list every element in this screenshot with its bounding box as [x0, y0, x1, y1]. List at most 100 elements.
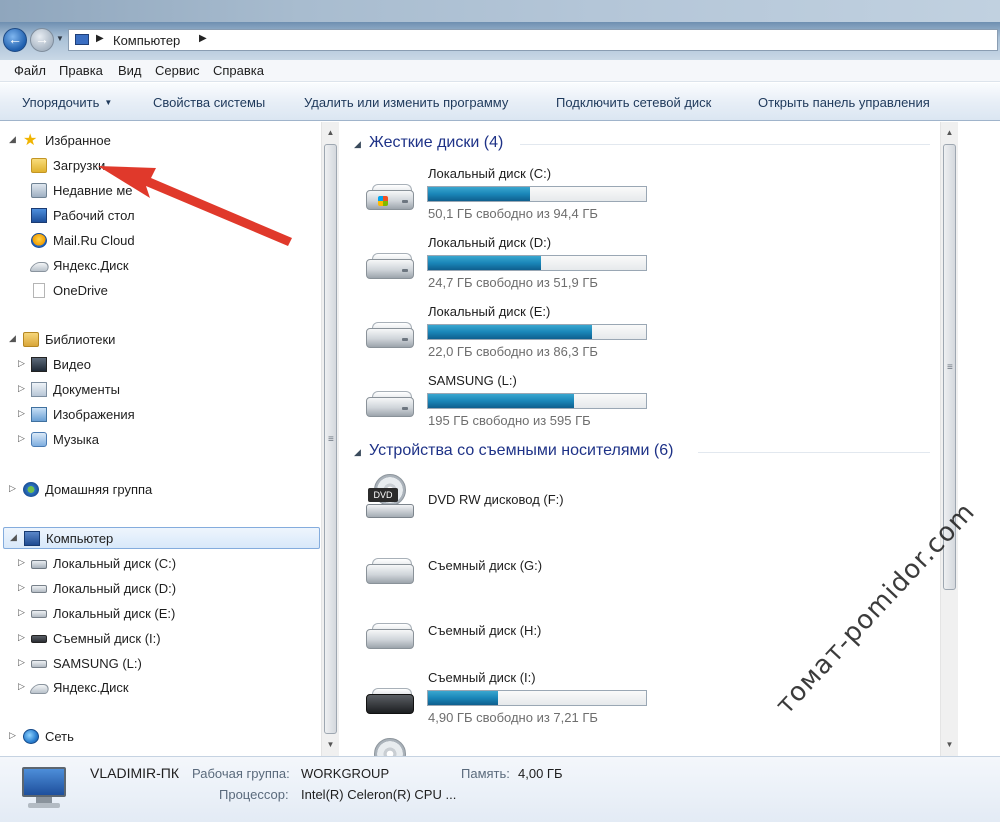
menu-file[interactable]: Файл [14, 63, 46, 78]
scrollbar-thumb[interactable]: ≡ [324, 144, 337, 734]
grip-icon: ≡ [328, 434, 334, 445]
group-header-label: Жесткие диски (4) [369, 134, 504, 151]
nav-video-label: Видео [53, 357, 91, 372]
nav-homegroup[interactable]: ▷ Домашняя группа [0, 479, 321, 501]
hard-drive-icon [364, 253, 414, 283]
nav-onedrive[interactable]: OneDrive [0, 280, 321, 302]
forward-button[interactable]: → [30, 28, 54, 52]
drive-item-f[interactable]: DVD DVD RW дисковод (F:) [364, 474, 664, 540]
expand-arrow-icon[interactable]: ▷ [18, 383, 25, 394]
expand-arrow-icon[interactable]: ▷ [18, 557, 25, 568]
nav-favorites[interactable]: ◢ ★ Избранное [0, 130, 321, 152]
nav-network-label: Сеть [45, 729, 74, 744]
workgroup-label: Рабочая группа: [192, 766, 290, 781]
collapse-arrow-icon[interactable]: ◢ [9, 134, 16, 145]
open-control-panel-button[interactable]: Открыть панель управления [758, 95, 930, 110]
recent-pages-dropdown-icon[interactable]: ▼ [56, 34, 64, 43]
drive-item-c[interactable]: Локальный диск (C:) 50,1 ГБ свободно из … [364, 166, 664, 232]
system-drive-icon [364, 184, 414, 214]
expand-arrow-icon[interactable]: ▷ [18, 632, 25, 643]
drive-usage-fill [428, 394, 575, 408]
expand-arrow-icon[interactable]: ▷ [9, 730, 16, 741]
organize-button[interactable]: Упорядочить ▼ [22, 95, 112, 110]
content-pane: ◢ Жесткие диски (4) Локальный диск (C:) … [340, 122, 940, 756]
drive-item-e[interactable]: Локальный диск (E:) 22,0 ГБ свободно из … [364, 304, 664, 370]
breadcrumb-separator-icon[interactable]: ▶ [199, 33, 207, 44]
drive-usage-fill [428, 325, 592, 339]
nav-drive-d[interactable]: ▷ Локальный диск (D:) [0, 578, 321, 600]
nav-computer[interactable]: ◢ Компьютер [3, 527, 320, 549]
collapse-arrow-icon[interactable]: ◢ [10, 532, 17, 543]
nav-yandex-disk-2[interactable]: ▷ Яндекс.Диск [0, 677, 321, 699]
scroll-up-icon[interactable]: ▲ [941, 124, 958, 141]
menu-tools[interactable]: Сервис [155, 63, 200, 78]
collapse-arrow-icon[interactable]: ◢ [354, 447, 361, 458]
expand-arrow-icon[interactable]: ▷ [18, 582, 25, 593]
group-header-hard-drives[interactable]: ◢ Жесткие диски (4) [340, 132, 930, 156]
nav-yandex-disk[interactable]: Яндекс.Диск [0, 255, 321, 277]
nav-music[interactable]: ▷ Музыка [0, 429, 321, 451]
drive-item-i[interactable]: Съемный диск (I:) 4,90 ГБ свободно из 7,… [364, 670, 664, 736]
cpu-value: Intel(R) Celeron(R) CPU ... [301, 787, 457, 802]
nav-drive-i[interactable]: ▷ Съемный диск (I:) [0, 628, 321, 650]
nav-drive-e-label: Локальный диск (E:) [53, 606, 176, 621]
breadcrumb-computer[interactable]: Компьютер [113, 33, 180, 48]
nav-pane-scrollbar[interactable]: ▲ ≡ ▼ [321, 122, 339, 756]
nav-documents[interactable]: ▷ Документы [0, 379, 321, 401]
expand-arrow-icon[interactable]: ▷ [9, 483, 16, 494]
nav-drive-e[interactable]: ▷ Локальный диск (E:) [0, 603, 321, 625]
menu-view[interactable]: Вид [118, 63, 142, 78]
images-library-icon [31, 407, 47, 422]
drive-usage-bar [427, 690, 647, 706]
drive-item-partial[interactable] [364, 734, 664, 756]
downloads-folder-icon [31, 158, 47, 173]
nav-images[interactable]: ▷ Изображения [0, 404, 321, 426]
scroll-down-icon[interactable]: ▼ [941, 736, 958, 753]
expand-arrow-icon[interactable]: ▷ [18, 681, 25, 692]
nav-drive-c[interactable]: ▷ Локальный диск (C:) [0, 553, 321, 575]
drive-item-l[interactable]: SAMSUNG (L:) 195 ГБ свободно из 595 ГБ [364, 373, 664, 439]
drive-item-g[interactable]: Съемный диск (G:) [364, 540, 664, 606]
chevron-down-icon: ▼ [104, 98, 113, 107]
scroll-down-icon[interactable]: ▼ [322, 736, 339, 753]
nav-libraries[interactable]: ◢ Библиотеки [0, 329, 321, 351]
nav-recent-label: Недавние ме [53, 183, 133, 198]
expand-arrow-icon[interactable]: ▷ [18, 358, 25, 369]
libraries-icon [23, 332, 39, 347]
back-button[interactable]: ← [3, 28, 27, 52]
expand-arrow-icon[interactable]: ▷ [18, 408, 25, 419]
drive-free-space: 4,90 ГБ свободно из 7,21 ГБ [428, 710, 598, 725]
uninstall-program-button[interactable]: Удалить или изменить программу [304, 95, 508, 110]
collapse-arrow-icon[interactable]: ◢ [354, 139, 361, 150]
system-properties-button[interactable]: Свойства системы [153, 95, 265, 110]
collapse-arrow-icon[interactable]: ◢ [9, 333, 16, 344]
expand-arrow-icon[interactable]: ▷ [18, 607, 25, 618]
menu-help[interactable]: Справка [213, 63, 264, 78]
hard-drive-icon [31, 585, 47, 593]
menu-edit[interactable]: Правка [59, 63, 103, 78]
expand-arrow-icon[interactable]: ▷ [18, 657, 25, 668]
nav-network[interactable]: ▷ Сеть [0, 726, 321, 748]
breadcrumb-separator-icon[interactable]: ▶ [96, 33, 104, 44]
nav-onedrive-label: OneDrive [53, 283, 108, 298]
recent-places-icon [31, 183, 47, 198]
expand-arrow-icon[interactable]: ▷ [18, 433, 25, 444]
nav-downloads[interactable]: Загрузки [0, 155, 321, 177]
removable-drive-icon [364, 688, 414, 718]
nav-drive-l[interactable]: ▷ SAMSUNG (L:) [0, 653, 321, 675]
nav-mailru-cloud[interactable]: Mail.Ru Cloud [0, 230, 321, 252]
drive-item-h[interactable]: Съемный диск (H:) [364, 605, 664, 671]
workgroup-value: WORKGROUP [301, 766, 390, 781]
nav-recent-places[interactable]: Недавние ме [0, 180, 321, 202]
hard-drive-icon [31, 610, 47, 618]
address-bar: ← → ▼ ▶ Компьютер ▶ [0, 22, 1000, 60]
desktop-icon [31, 208, 47, 223]
nav-desktop[interactable]: Рабочий стол [0, 205, 321, 227]
nav-video[interactable]: ▷ Видео [0, 354, 321, 376]
address-field[interactable]: ▶ Компьютер ▶ [68, 29, 998, 51]
content-scrollbar[interactable]: ▲ ≡ ▼ [940, 122, 958, 756]
group-header-removable[interactable]: ◢ Устройства со съемными носителями (6) [340, 440, 930, 464]
scroll-up-icon[interactable]: ▲ [322, 124, 339, 141]
map-network-drive-button[interactable]: Подключить сетевой диск [556, 95, 711, 110]
drive-item-d[interactable]: Локальный диск (D:) 24,7 ГБ свободно из … [364, 235, 664, 301]
